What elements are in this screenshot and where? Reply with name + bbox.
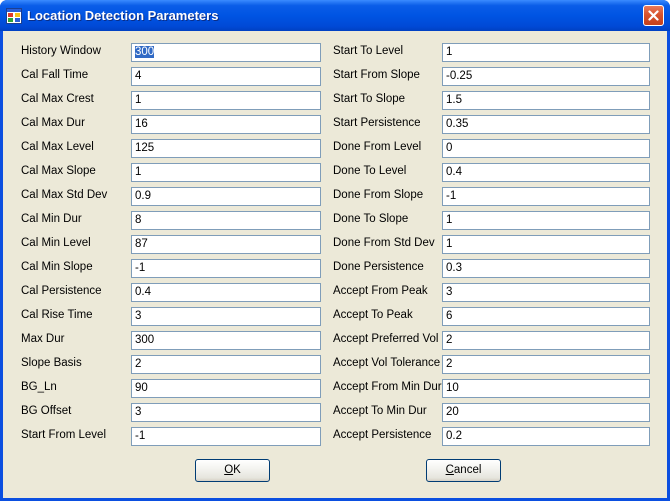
- label-start-persistence: Start Persistence: [333, 117, 421, 129]
- accept-vol-tolerance-field[interactable]: 2: [442, 355, 650, 374]
- done-to-level-field[interactable]: 0.4: [442, 163, 650, 182]
- label-cal-max-std-dev: Cal Max Std Dev: [21, 189, 108, 201]
- label-accept-to-peak: Accept To Peak: [333, 309, 413, 321]
- app-window-icon: [6, 8, 22, 24]
- accept-to-min-dur-field[interactable]: 20: [442, 403, 650, 422]
- window-title: Location Detection Parameters: [27, 8, 219, 23]
- ok-accelerator: O: [224, 464, 234, 476]
- accept-persistence-field[interactable]: 0.2: [442, 427, 650, 446]
- cal-fall-time-field[interactable]: 4: [131, 67, 321, 86]
- slope-basis-field[interactable]: 2: [131, 355, 321, 374]
- cancel-label-rest: ancel: [453, 464, 482, 476]
- accept-to-peak-field[interactable]: 6: [442, 307, 650, 326]
- label-done-from-slope: Done From Slope: [333, 189, 424, 201]
- cal-max-level-field[interactable]: 125: [131, 139, 321, 158]
- cal-max-std-dev-field[interactable]: 0.9: [131, 187, 321, 206]
- label-done-to-level: Done To Level: [333, 165, 407, 177]
- accept-from-min-dur-field[interactable]: 10: [442, 379, 650, 398]
- label-cal-max-crest: Cal Max Crest: [21, 93, 94, 105]
- history-window-value: 300: [135, 46, 155, 58]
- accept-preferred-vol-field[interactable]: 2: [442, 331, 650, 350]
- title-bar[interactable]: Location Detection Parameters: [0, 0, 670, 31]
- start-to-level-field[interactable]: 1: [442, 43, 650, 62]
- label-cal-fall-time: Cal Fall Time: [21, 69, 89, 81]
- cal-max-crest-field[interactable]: 1: [131, 91, 321, 110]
- cancel-button[interactable]: Cancel: [426, 459, 501, 482]
- label-bg-ln: BG_Ln: [21, 381, 57, 393]
- history-window-field[interactable]: 300: [131, 43, 321, 62]
- label-cal-min-dur: Cal Min Dur: [21, 213, 82, 225]
- cal-max-dur-field[interactable]: 16: [131, 115, 321, 134]
- done-from-slope-field[interactable]: -1: [442, 187, 650, 206]
- max-dur-field[interactable]: 300: [131, 331, 321, 350]
- label-accept-from-min-dur: Accept From Min Dur: [333, 381, 442, 393]
- done-from-std-dev-field[interactable]: 1: [442, 235, 650, 254]
- dialog-client-area: History Window 300 Cal Fall Time 4 Cal M…: [3, 31, 667, 498]
- cal-min-dur-field[interactable]: 8: [131, 211, 321, 230]
- bg-ln-field[interactable]: 90: [131, 379, 321, 398]
- done-persistence-field[interactable]: 0.3: [442, 259, 650, 278]
- ok-button[interactable]: OK: [195, 459, 270, 482]
- label-done-to-slope: Done To Slope: [333, 213, 409, 225]
- label-cal-max-dur: Cal Max Dur: [21, 117, 85, 129]
- done-from-level-field[interactable]: 0: [442, 139, 650, 158]
- start-from-slope-field[interactable]: -0.25: [442, 67, 650, 86]
- label-start-from-level: Start From Level: [21, 429, 106, 441]
- label-max-dur: Max Dur: [21, 333, 65, 345]
- close-button[interactable]: [643, 5, 664, 26]
- cal-rise-time-field[interactable]: 3: [131, 307, 321, 326]
- close-x-icon: [648, 10, 659, 21]
- cal-max-slope-field[interactable]: 1: [131, 163, 321, 182]
- label-accept-to-min-dur: Accept To Min Dur: [333, 405, 427, 417]
- label-bg-offset: BG Offset: [21, 405, 72, 417]
- label-done-from-std-dev: Done From Std Dev: [333, 237, 435, 249]
- label-start-to-slope: Start To Slope: [333, 93, 406, 105]
- bg-offset-field[interactable]: 3: [131, 403, 321, 422]
- cal-persistence-field[interactable]: 0.4: [131, 283, 321, 302]
- label-cal-min-level: Cal Min Level: [21, 237, 91, 249]
- cal-min-level-field[interactable]: 87: [131, 235, 321, 254]
- label-done-from-level: Done From Level: [333, 141, 422, 153]
- label-cal-rise-time: Cal Rise Time: [21, 309, 93, 321]
- label-done-persistence: Done Persistence: [333, 261, 424, 273]
- label-accept-vol-tolerance: Accept Vol Tolerance: [333, 357, 441, 369]
- label-start-to-level: Start To Level: [333, 45, 404, 57]
- start-from-level-field[interactable]: -1: [131, 427, 321, 446]
- start-to-slope-field[interactable]: 1.5: [442, 91, 650, 110]
- label-history-window: History Window: [21, 45, 101, 57]
- accept-from-peak-field[interactable]: 3: [442, 283, 650, 302]
- label-cal-persistence: Cal Persistence: [21, 285, 102, 297]
- label-accept-from-peak: Accept From Peak: [333, 285, 428, 297]
- label-cal-max-level: Cal Max Level: [21, 141, 94, 153]
- cal-min-slope-field[interactable]: -1: [131, 259, 321, 278]
- label-accept-persistence: Accept Persistence: [333, 429, 432, 441]
- cancel-accelerator: C: [445, 464, 454, 476]
- label-cal-max-slope: Cal Max Slope: [21, 165, 96, 177]
- done-to-slope-field[interactable]: 1: [442, 211, 650, 230]
- ok-label-rest: K: [233, 464, 241, 476]
- label-accept-preferred-vol: Accept Preferred Vol: [333, 333, 439, 345]
- label-start-from-slope: Start From Slope: [333, 69, 420, 81]
- label-cal-min-slope: Cal Min Slope: [21, 261, 93, 273]
- label-slope-basis: Slope Basis: [21, 357, 82, 369]
- start-persistence-field[interactable]: 0.35: [442, 115, 650, 134]
- dialog-window: Location Detection Parameters History Wi…: [0, 0, 670, 501]
